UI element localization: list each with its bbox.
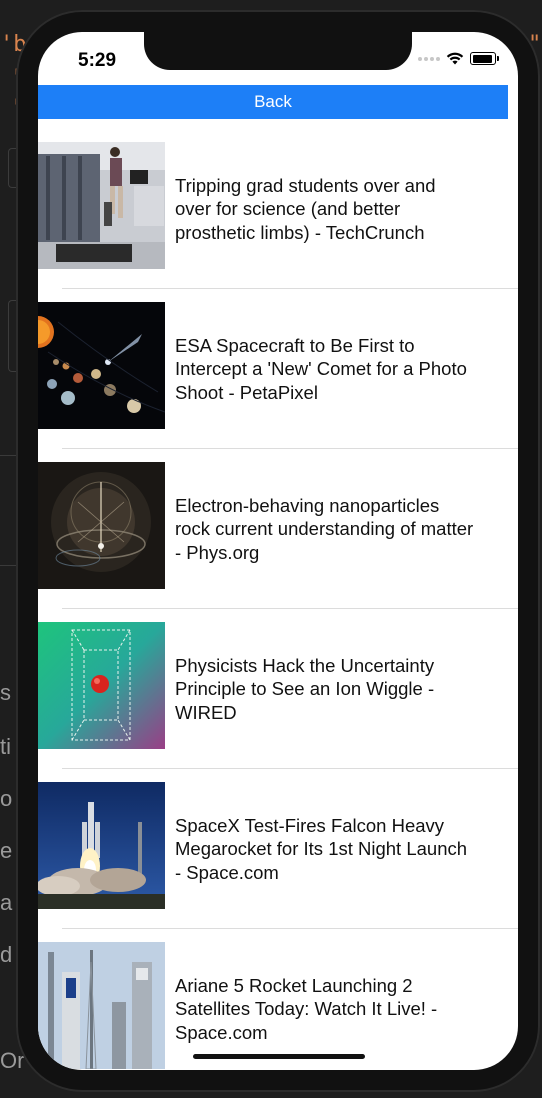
row-divider bbox=[62, 288, 518, 289]
article-thumbnail bbox=[38, 622, 165, 749]
article-title: SpaceX Test-Fires Falcon Heavy Megarocke… bbox=[175, 815, 468, 883]
back-button[interactable]: Back bbox=[38, 85, 508, 119]
background-sidebar-fragment: o bbox=[0, 786, 13, 811]
article-row[interactable]: Electron-behaving nanoparticles rock cur… bbox=[38, 462, 518, 622]
background-sidebar-fragment: d bbox=[0, 942, 13, 967]
article-thumbnail bbox=[38, 782, 165, 909]
background-sidebar-fragment: ti bbox=[0, 734, 11, 759]
article-title: Ariane 5 Rocket Launching 2 Satellites T… bbox=[175, 975, 438, 1043]
article-row[interactable]: Ariane 5 Rocket Launching 2 Satellites T… bbox=[38, 942, 518, 1070]
home-indicator[interactable] bbox=[193, 1054, 365, 1059]
article-row[interactable]: Tripping grad students over and over for… bbox=[38, 142, 518, 302]
status-time: 5:29 bbox=[78, 50, 117, 71]
row-divider bbox=[62, 448, 518, 449]
row-divider bbox=[62, 768, 518, 769]
status-icons bbox=[418, 52, 499, 65]
row-divider bbox=[62, 608, 518, 609]
background-sidebar-fragment: e bbox=[0, 838, 13, 863]
row-divider bbox=[62, 928, 518, 929]
article-title: ESA Spacecraft to Be First to Intercept … bbox=[175, 335, 467, 403]
article-thumbnail bbox=[38, 462, 165, 589]
phone-screen: 5:29 Back Tripping grad students over an… bbox=[38, 32, 518, 1070]
article-row[interactable]: Physicists Hack the Uncertainty Principl… bbox=[38, 622, 518, 782]
battery-icon bbox=[470, 52, 499, 65]
article-row[interactable]: ESA Spacecraft to Be First to Intercept … bbox=[38, 302, 518, 462]
notch bbox=[144, 32, 412, 70]
background-sidebar-fragment: s bbox=[0, 680, 11, 705]
article-thumbnail bbox=[38, 142, 165, 269]
article-row[interactable]: SpaceX Test-Fires Falcon Heavy Megarocke… bbox=[38, 782, 518, 942]
article-title: Tripping grad students over and over for… bbox=[175, 175, 436, 243]
article-thumbnail bbox=[38, 942, 165, 1069]
wifi-icon bbox=[446, 52, 464, 65]
article-title: Physicists Hack the Uncertainty Principl… bbox=[175, 655, 435, 723]
cellular-signal-icon bbox=[418, 56, 440, 61]
article-thumbnail bbox=[38, 302, 165, 429]
article-title: Electron-behaving nanoparticles rock cur… bbox=[175, 495, 474, 563]
article-list: Tripping grad students over and over for… bbox=[38, 142, 518, 1070]
background-sidebar-fragment: a bbox=[0, 890, 13, 915]
